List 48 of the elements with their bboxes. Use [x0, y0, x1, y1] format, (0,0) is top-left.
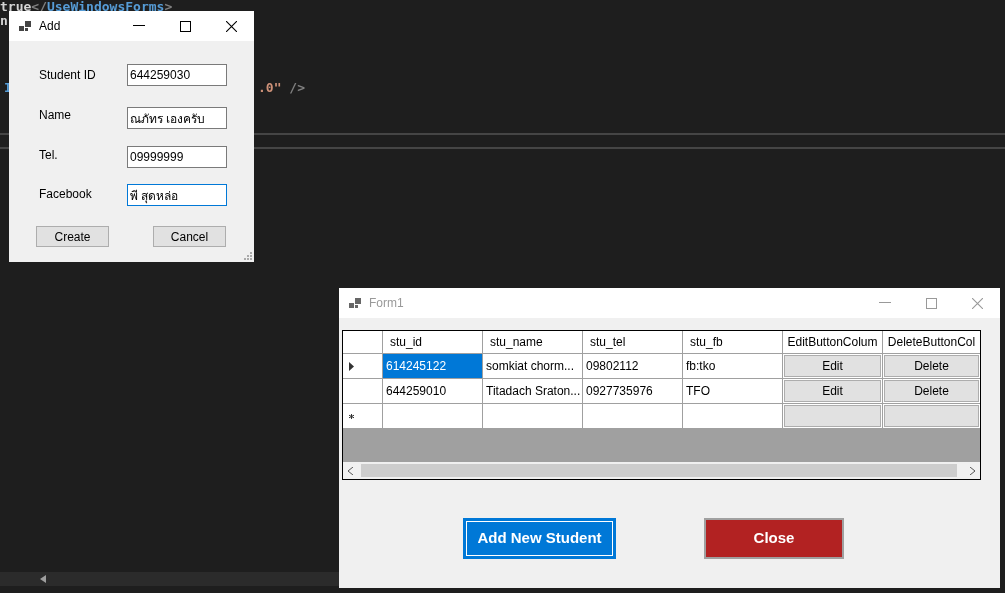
edit-button[interactable]: Edit — [784, 380, 881, 402]
field-label: Tel. — [39, 147, 58, 163]
app-icon — [19, 20, 31, 32]
table-cell[interactable]: 0927735976 — [583, 379, 683, 403]
delete-button[interactable]: Delete — [884, 380, 979, 402]
delete-button[interactable]: Delete — [884, 355, 979, 377]
app-icon — [349, 297, 361, 309]
field-label: Student ID — [39, 67, 96, 83]
current-row-icon — [349, 361, 354, 371]
minimize-icon[interactable] — [133, 25, 145, 27]
scroll-right-icon[interactable] — [970, 466, 975, 475]
input-field[interactable]: ณภัทร เองครับ — [127, 107, 227, 129]
field-label: Facebook — [39, 186, 92, 202]
column-header[interactable]: stu_tel — [583, 331, 683, 353]
field-label: Name — [39, 107, 71, 123]
column-header[interactable]: EditButtonColum — [783, 331, 883, 353]
column-header[interactable]: DeleteButtonCol — [883, 331, 980, 353]
table-cell[interactable]: somkiat chorm... — [483, 354, 583, 378]
table-cell[interactable]: 644259010 — [383, 379, 483, 403]
input-field[interactable]: พี สุดหล่อ — [127, 184, 227, 206]
column-header[interactable]: stu_fb — [683, 331, 783, 353]
table-cell[interactable]: TFO — [683, 379, 783, 403]
scroll-left-icon[interactable] — [348, 466, 353, 475]
table-cell[interactable]: fb:tko — [683, 354, 783, 378]
table-cell[interactable]: 09802112 — [583, 354, 683, 378]
column-header[interactable]: stu_name — [483, 331, 583, 353]
add-student-button[interactable]: Add New Student — [463, 518, 616, 559]
column-header[interactable]: stu_id — [383, 331, 483, 353]
input-field[interactable]: 644259030 — [127, 64, 227, 86]
horizontal-scrollbar[interactable] — [0, 572, 340, 586]
code-line: .0" /> — [258, 80, 305, 96]
resize-grip-icon[interactable] — [244, 252, 252, 260]
input-field[interactable]: 09999999 — [127, 146, 227, 168]
close-app-button[interactable]: Close — [704, 518, 844, 559]
create-button[interactable]: Create — [36, 226, 109, 247]
table-cell[interactable]: Titadach Sraton... — [483, 379, 583, 403]
edit-button[interactable]: Edit — [784, 355, 881, 377]
horizontal-scrollbar[interactable] — [343, 462, 980, 479]
scroll-left-icon[interactable] — [40, 575, 46, 583]
table-cell[interactable]: 614245122 — [383, 354, 483, 378]
new-row-icon — [349, 413, 354, 419]
scrollbar-thumb[interactable] — [361, 464, 957, 477]
window-title: Add — [39, 18, 61, 35]
maximize-icon[interactable] — [179, 20, 191, 32]
code-line: n — [0, 13, 8, 29]
close-icon[interactable] — [225, 20, 237, 32]
cancel-button[interactable]: Cancel — [153, 226, 226, 247]
window-title: Form1 — [369, 295, 404, 312]
